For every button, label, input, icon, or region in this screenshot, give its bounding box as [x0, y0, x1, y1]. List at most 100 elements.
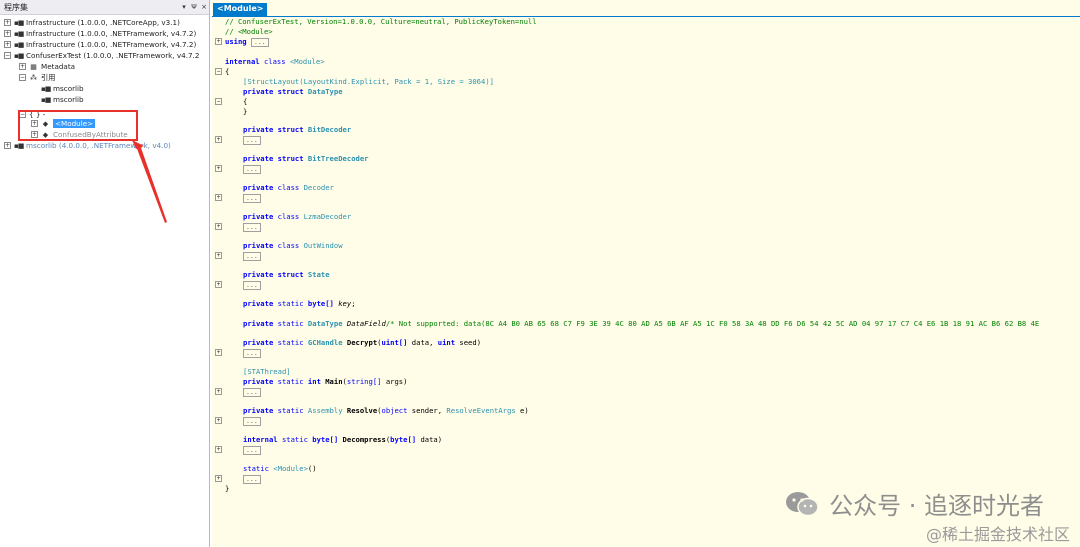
tree-node-reference[interactable]: ▪■ mscorlib — [41, 83, 84, 94]
param: e) — [515, 406, 529, 415]
expand-fold-icon[interactable]: + — [215, 281, 222, 288]
expand-fold-icon[interactable]: + — [215, 136, 222, 143]
expand-fold-icon[interactable]: + — [215, 165, 222, 172]
type-name: DataType — [307, 319, 343, 328]
collapsed-block[interactable]: ... — [243, 252, 261, 261]
keyword: static — [277, 406, 304, 415]
collapsed-block[interactable]: ... — [243, 281, 261, 290]
assembly-icon: ▪■ — [14, 29, 24, 38]
explorer-title: 程序集 — [4, 2, 28, 12]
expand-fold-icon[interactable]: + — [215, 223, 222, 230]
code-line: private class Decoder — [225, 183, 334, 193]
param-type: byte[] — [390, 435, 417, 444]
pin-icon[interactable]: Ψ — [189, 3, 199, 11]
tree-node-assembly[interactable]: + ▪■ Infrastructure (1.0.0.0, .NETCoreAp… — [4, 17, 180, 28]
collapsed-block[interactable]: ... — [243, 194, 261, 203]
type-name: GCHandle — [307, 338, 343, 347]
param: data, — [407, 338, 438, 347]
expand-fold-icon[interactable]: + — [215, 252, 222, 259]
code-comment: /* Not supported: data(8C A4 B0 AB 65 68… — [385, 319, 1040, 328]
keyword: static — [277, 319, 304, 328]
attribute: [STAThread] — [243, 367, 291, 376]
expand-fold-icon[interactable]: + — [215, 417, 222, 424]
keyword: static — [281, 435, 308, 444]
code-line: ... — [225, 474, 261, 484]
tree-node-references[interactable]: − ⁂ 引用 — [19, 72, 55, 83]
code-line-resolve: private static Assembly Resolve(object s… — [243, 406, 529, 415]
expand-icon[interactable]: + — [4, 30, 11, 37]
keyword: private — [243, 406, 274, 415]
code-line: // <Module> — [225, 27, 273, 37]
expand-fold-icon[interactable]: + — [215, 388, 222, 395]
code-line: private struct BitTreeDecoder — [225, 154, 369, 164]
expand-fold-icon[interactable]: + — [215, 446, 222, 453]
keyword: class — [277, 183, 300, 192]
tree-node-assembly[interactable]: + ▪■ Infrastructure (1.0.0.0, .NETFramew… — [4, 39, 196, 50]
code-line-main: private static int Main(string[] args) — [243, 377, 408, 386]
code-line-using: using ... — [225, 37, 269, 47]
collapsed-block[interactable]: ... — [243, 475, 261, 484]
collapse-icon[interactable]: − — [19, 74, 26, 81]
collapsed-block[interactable]: ... — [250, 38, 269, 47]
keyword: private — [243, 338, 274, 347]
tree-node-reference[interactable]: ▪■ mscorlib — [41, 94, 84, 105]
collapsed-block[interactable]: ... — [243, 349, 261, 358]
expand-fold-icon[interactable]: + — [215, 475, 222, 482]
close-icon[interactable]: × — [199, 3, 209, 11]
field-name: key — [338, 299, 352, 308]
annotation-arrow — [132, 140, 167, 223]
expand-icon[interactable]: + — [4, 19, 11, 26]
tree-node-metadata[interactable]: + ▦ Metadata — [19, 61, 75, 72]
method-name: Decompress — [342, 435, 386, 444]
reference-icon: ▪■ — [41, 95, 51, 104]
assembly-icon: ▪■ — [14, 141, 24, 150]
tree-node-label: Infrastructure (1.0.0.0, .NETFramework, … — [26, 40, 197, 49]
attribute: [StructLayout(LayoutKind.Explicit, Pack … — [243, 77, 494, 86]
references-icon: ⁂ — [30, 73, 37, 82]
code-line: } — [225, 107, 247, 117]
punct: ; — [351, 299, 356, 308]
expand-icon[interactable]: + — [4, 142, 11, 149]
collapsed-block[interactable]: ... — [243, 136, 261, 145]
collapsed-block[interactable]: ... — [243, 165, 261, 174]
code-editor-panel: <Module> // ConfuserExTest, Version=1.0.… — [212, 0, 1080, 547]
collapsed-block[interactable]: ... — [243, 388, 261, 397]
code-line: ... — [225, 193, 261, 203]
code-comment: // <Module> — [225, 27, 273, 36]
collapsed-block[interactable]: ... — [243, 223, 261, 232]
dropdown-icon[interactable]: ▾ — [179, 3, 189, 11]
code-line-class-decl: internal class <Module> — [225, 57, 325, 67]
expand-fold-icon[interactable]: + — [215, 194, 222, 201]
expand-icon[interactable]: + — [19, 63, 26, 70]
keyword: private — [243, 241, 274, 250]
collapse-fold-icon[interactable]: − — [215, 68, 222, 75]
assembly-icon: ▪■ — [14, 40, 24, 49]
collapsed-block[interactable]: ... — [243, 417, 261, 426]
collapse-fold-icon[interactable]: − — [215, 98, 222, 105]
code-line-decrypt: private static GCHandle Decrypt(uint[] d… — [243, 338, 482, 347]
collapsed-block[interactable]: ... — [243, 446, 261, 455]
method-name: Main — [325, 377, 343, 386]
type-name: int — [307, 377, 321, 386]
method-name: Resolve — [346, 406, 378, 415]
expand-fold-icon[interactable]: + — [215, 38, 222, 45]
editor-tab-module[interactable]: <Module> — [213, 3, 268, 16]
code-line: private struct DataType — [225, 87, 343, 97]
tree-node-label: mscorlib — [53, 95, 84, 104]
keyword: struct — [277, 154, 304, 163]
param-type: uint[] — [381, 338, 408, 347]
field-name: DataField — [346, 319, 386, 328]
collapse-icon[interactable]: − — [4, 52, 11, 59]
type-name: Assembly — [307, 406, 343, 415]
arrow-shaft — [136, 145, 167, 223]
expand-fold-icon[interactable]: + — [215, 349, 222, 356]
tree-node-assembly-confuserextest[interactable]: − ▪■ ConfuserExTest (1.0.0.0, .NETFramew… — [4, 50, 199, 61]
code-line-datafield: private static DataType DataField/* Not … — [225, 319, 1039, 329]
param: data) — [416, 435, 443, 444]
assembly-icon: ▪■ — [14, 18, 24, 27]
keyword: struct — [277, 87, 304, 96]
code-line-cctor: static <Module>() — [225, 464, 317, 474]
tree-node-assembly[interactable]: + ▪■ Infrastructure (1.0.0.0, .NETFramew… — [4, 28, 196, 39]
expand-icon[interactable]: + — [4, 41, 11, 48]
type-name: byte[] — [307, 299, 334, 308]
